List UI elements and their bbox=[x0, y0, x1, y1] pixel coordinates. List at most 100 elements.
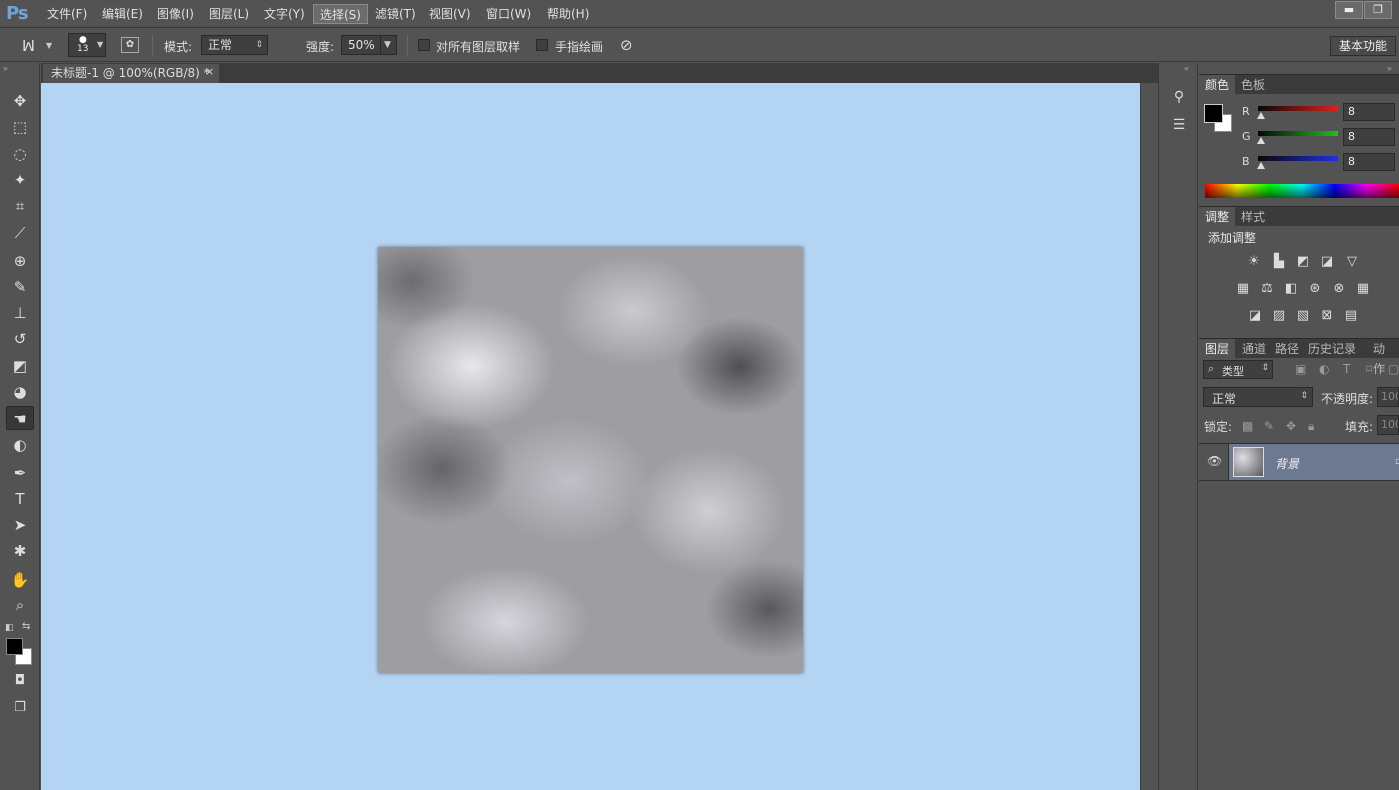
eraser-tool-icon[interactable]: ◩ bbox=[6, 354, 34, 378]
foreground-color-swatch[interactable] bbox=[1204, 104, 1223, 123]
tab-styles[interactable]: 样式 bbox=[1235, 207, 1271, 227]
pen-tool-icon[interactable]: ✒ bbox=[6, 461, 34, 485]
posterize-icon[interactable]: ▨ bbox=[1271, 309, 1287, 323]
hand-tool-icon[interactable]: ✋ bbox=[6, 568, 34, 592]
canvas-clouds-image[interactable] bbox=[378, 247, 803, 673]
color-spectrum-bar[interactable] bbox=[1205, 184, 1399, 198]
threshold-icon[interactable]: ▧ bbox=[1295, 309, 1311, 323]
opacity-input[interactable]: 100 bbox=[1377, 387, 1399, 407]
hue-saturation-icon[interactable]: ▦ bbox=[1235, 282, 1251, 296]
channel-r-slider[interactable] bbox=[1258, 106, 1338, 111]
selective-color-icon[interactable]: ⊠ bbox=[1319, 309, 1335, 323]
collapse-arrows-icon[interactable]: » bbox=[1387, 64, 1392, 73]
paint-bucket-tool-icon[interactable]: ◕ bbox=[6, 380, 34, 404]
mode-select[interactable]: 正常 ⇕ bbox=[201, 35, 268, 55]
menu-type[interactable]: 文字(Y) bbox=[258, 4, 311, 24]
fill-input[interactable]: 100 bbox=[1377, 415, 1399, 435]
document-workspace[interactable] bbox=[41, 83, 1140, 790]
menu-window[interactable]: 窗口(W) bbox=[480, 4, 537, 24]
tab-actions[interactable]: 动作 bbox=[1367, 339, 1399, 376]
channel-b-thumb[interactable] bbox=[1257, 162, 1265, 169]
smudge-tool-icon[interactable]: ☚ bbox=[6, 406, 34, 430]
brush-size-picker[interactable]: ● 13 ▼ bbox=[68, 33, 106, 57]
eye-icon[interactable]: 👁︎ bbox=[1207, 454, 1222, 468]
quick-mask-icon[interactable]: ◘ bbox=[6, 669, 34, 693]
smudge-tool-preset-icon[interactable]: ꟽ bbox=[22, 37, 35, 55]
tab-adjustments[interactable]: 调整 bbox=[1199, 207, 1236, 227]
menu-view[interactable]: 视图(V) bbox=[423, 4, 477, 24]
foreground-color-swatch[interactable] bbox=[6, 638, 23, 655]
screen-mode-icon[interactable]: ❐ bbox=[6, 696, 34, 720]
channel-g-input[interactable]: 8 bbox=[1343, 128, 1395, 146]
filter-smart-object-icon[interactable]: ▢ bbox=[1388, 362, 1399, 376]
sample-all-layers-checkbox[interactable] bbox=[418, 39, 430, 51]
tab-swatches[interactable]: 色板 bbox=[1235, 75, 1271, 95]
menu-edit[interactable]: 编辑(E) bbox=[96, 4, 149, 24]
tab-color[interactable]: 颜色 bbox=[1199, 75, 1236, 95]
layer-visibility-cell[interactable]: 👁︎ bbox=[1199, 444, 1229, 480]
crop-tool-icon[interactable]: ⌗ bbox=[6, 194, 34, 218]
layer-thumbnail[interactable] bbox=[1233, 447, 1264, 477]
healing-brush-tool-icon[interactable]: ⊕ bbox=[6, 249, 34, 273]
document-tab[interactable]: 未标题-1 @ 100%(RGB/8) * bbox=[43, 64, 219, 83]
clone-stamp-tool-icon[interactable]: ⊥ bbox=[6, 301, 34, 325]
channel-b-slider[interactable] bbox=[1258, 156, 1338, 161]
swap-colors-icon[interactable]: ⇆ bbox=[22, 621, 30, 632]
pressure-icon[interactable]: ⊘ bbox=[620, 36, 633, 54]
layer-filter-kind-select[interactable]: ⌕ 类型 ⇕ bbox=[1203, 360, 1273, 379]
channel-g-thumb[interactable] bbox=[1257, 137, 1265, 144]
filter-adjustment-icon[interactable]: ◐ bbox=[1319, 362, 1329, 376]
tab-history[interactable]: 历史记录 bbox=[1302, 339, 1362, 359]
marquee-tool-icon[interactable]: ⬚ bbox=[6, 115, 34, 139]
channel-b-input[interactable]: 8 bbox=[1343, 153, 1395, 171]
strength-input[interactable]: 50% ▼ bbox=[341, 35, 397, 55]
eyedropper-tool-icon[interactable]: ⟋ bbox=[6, 221, 34, 245]
brush-presets-icon[interactable]: ⚲ bbox=[1169, 89, 1189, 109]
filter-type-icon[interactable]: T bbox=[1343, 362, 1350, 376]
history-brush-tool-icon[interactable]: ↺ bbox=[6, 327, 34, 351]
move-tool-icon[interactable]: ✥ bbox=[6, 89, 34, 113]
gradient-map-icon[interactable]: ▤ bbox=[1343, 309, 1359, 323]
collapse-arrows-icon[interactable]: » bbox=[3, 64, 8, 73]
tab-layers[interactable]: 图层 bbox=[1199, 339, 1236, 359]
tab-channels[interactable]: 通道 bbox=[1236, 339, 1272, 359]
exposure-icon[interactable]: ◪ bbox=[1319, 255, 1335, 269]
magic-wand-tool-icon[interactable]: ✦ bbox=[6, 168, 34, 192]
zoom-tool-icon[interactable]: ⌕ bbox=[6, 593, 34, 617]
menu-help[interactable]: 帮助(H) bbox=[541, 4, 595, 24]
restore-button[interactable]: ❐ bbox=[1364, 1, 1392, 19]
vertical-scrollbar[interactable] bbox=[1140, 83, 1158, 790]
menu-image[interactable]: 图像(I) bbox=[151, 4, 200, 24]
lock-transparent-icon[interactable]: ▩ bbox=[1242, 419, 1253, 433]
finger-painting-checkbox[interactable] bbox=[536, 39, 548, 51]
color-lookup-icon[interactable]: ▦ bbox=[1355, 282, 1371, 296]
path-selection-tool-icon[interactable]: ➤ bbox=[6, 513, 34, 537]
brightness-contrast-icon[interactable]: ☀ bbox=[1246, 255, 1262, 269]
color-balance-icon[interactable]: ⚖ bbox=[1259, 282, 1275, 296]
workspace-preset-button[interactable]: 基本功能 bbox=[1330, 36, 1396, 56]
type-tool-icon[interactable]: T bbox=[6, 487, 34, 511]
close-icon[interactable]: × bbox=[205, 65, 214, 78]
channel-r-thumb[interactable] bbox=[1257, 112, 1265, 119]
filter-pixel-icon[interactable]: ▣ bbox=[1295, 362, 1306, 376]
filter-shape-icon[interactable]: ⌑ bbox=[1366, 362, 1372, 376]
tab-paths[interactable]: 路径 bbox=[1269, 339, 1305, 359]
channel-r-input[interactable]: 8 bbox=[1343, 103, 1395, 121]
tool-presets-icon[interactable]: ☰ bbox=[1169, 117, 1189, 137]
menu-filter[interactable]: 滤镜(T) bbox=[369, 4, 422, 24]
expand-arrows-icon[interactable]: « bbox=[1184, 64, 1189, 73]
menu-select[interactable]: 选择(S) bbox=[313, 4, 368, 24]
chevron-down-icon[interactable]: ▼ bbox=[46, 41, 52, 50]
minimize-button[interactable]: ▬ bbox=[1335, 1, 1363, 19]
vibrance-icon[interactable]: ▽ bbox=[1344, 255, 1360, 269]
black-white-icon[interactable]: ◧ bbox=[1283, 282, 1299, 296]
menu-file[interactable]: 文件(F) bbox=[41, 4, 93, 24]
lock-position-icon[interactable]: ✥ bbox=[1286, 419, 1296, 433]
levels-icon[interactable]: ▙ bbox=[1271, 255, 1287, 269]
blend-mode-select[interactable]: 正常 ⇕ bbox=[1203, 387, 1313, 407]
chevron-down-icon[interactable]: ▼ bbox=[380, 36, 394, 54]
menu-layer[interactable]: 图层(L) bbox=[203, 4, 255, 24]
channel-g-slider[interactable] bbox=[1258, 131, 1338, 136]
brush-panel-icon[interactable]: ✿ bbox=[121, 37, 139, 53]
dodge-tool-icon[interactable]: ◐ bbox=[6, 433, 34, 457]
